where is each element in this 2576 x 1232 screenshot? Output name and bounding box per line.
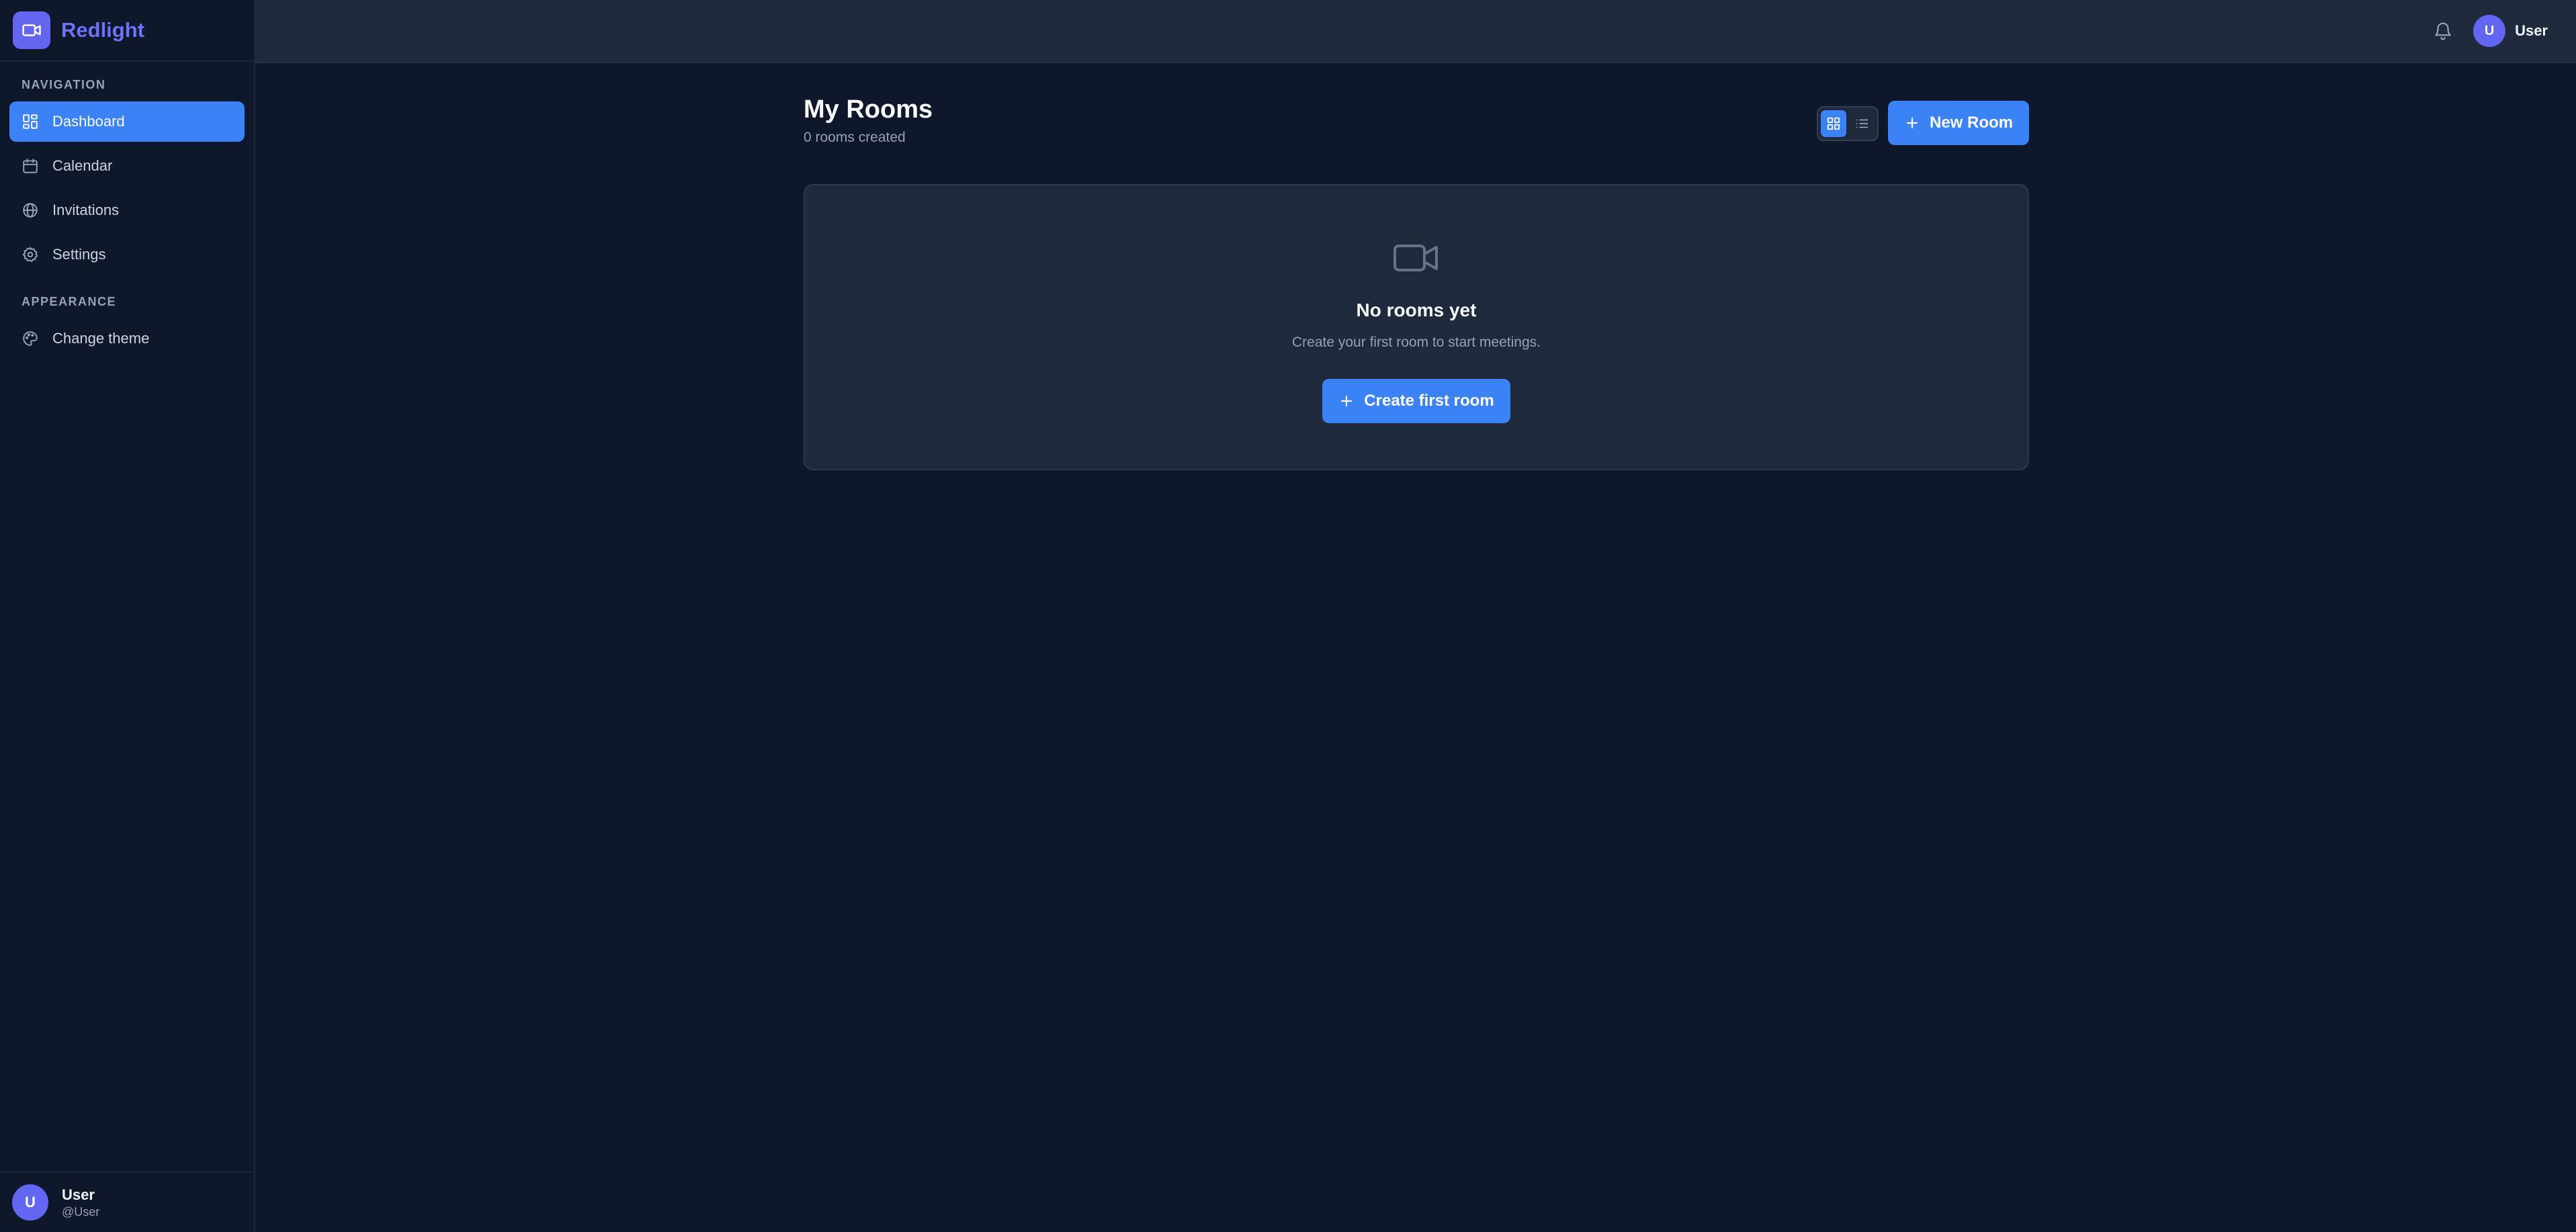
bell-icon[interactable] xyxy=(2431,19,2455,43)
gear-icon xyxy=(22,246,39,263)
plus-icon xyxy=(1904,115,1920,131)
sidebar-item-dashboard[interactable]: Dashboard xyxy=(9,101,245,142)
avatar: U xyxy=(2473,15,2506,47)
empty-state-title: No rooms yet xyxy=(1356,300,1477,320)
new-room-label: New Room xyxy=(1929,114,2013,132)
sidebar-item-label: Invitations xyxy=(52,202,120,218)
avatar: U xyxy=(12,1184,48,1221)
brand-name: Redlight xyxy=(61,18,144,42)
empty-state-subtitle: Create your first room to start meetings… xyxy=(1292,335,1541,350)
calendar-icon xyxy=(22,157,39,175)
user-name: User xyxy=(62,1186,95,1203)
sidebar-item-change-theme[interactable]: Change theme xyxy=(9,318,245,359)
sidebar-user-profile[interactable]: U User @User xyxy=(0,1172,254,1232)
topbar-user-menu[interactable]: U User xyxy=(2473,13,2548,48)
app-root: Redlight NAVIGATION Dashboard Calendar I… xyxy=(0,0,2576,1232)
sidebar-nav: Dashboard Calendar Invitations Settings xyxy=(0,101,254,275)
grid-icon xyxy=(1826,116,1841,131)
appearance-section-label: APPEARANCE xyxy=(22,295,117,308)
sidebar-item-label: Dashboard xyxy=(52,113,125,130)
video-camera-logo-icon xyxy=(13,11,50,49)
empty-state-card: No rooms yet Create your first room to s… xyxy=(804,184,2029,470)
brand[interactable]: Redlight xyxy=(0,0,254,62)
palette-icon xyxy=(22,330,39,347)
navigation-section-label: NAVIGATION xyxy=(22,78,106,91)
sidebar-item-label: Calendar xyxy=(52,157,113,174)
appearance-nav: Change theme xyxy=(0,318,254,359)
dashboard-icon xyxy=(22,113,39,130)
sidebar: Redlight NAVIGATION Dashboard Calendar I… xyxy=(0,0,255,1232)
page-header: My Rooms 0 rooms created New Room xyxy=(804,95,2029,149)
list-view-button[interactable] xyxy=(1849,110,1875,137)
user-handle: @User xyxy=(62,1204,100,1219)
user-meta: User @User xyxy=(62,1186,99,1219)
grid-view-button[interactable] xyxy=(1821,110,1846,137)
list-icon xyxy=(1854,116,1869,131)
topbar: U User xyxy=(255,0,2576,63)
topbar-user-name: User xyxy=(2515,22,2548,39)
plus-icon xyxy=(1338,393,1355,409)
video-camera-icon xyxy=(1392,239,1441,277)
sidebar-item-label: Change theme xyxy=(52,330,150,347)
globe-icon xyxy=(22,202,39,219)
sidebar-item-invitations[interactable]: Invitations xyxy=(9,190,245,230)
create-first-room-label: Create first room xyxy=(1364,392,1494,410)
sidebar-item-settings[interactable]: Settings xyxy=(9,234,245,275)
sidebar-item-calendar[interactable]: Calendar xyxy=(9,146,245,186)
create-first-room-button[interactable]: Create first room xyxy=(1322,379,1510,423)
sidebar-item-label: Settings xyxy=(52,246,106,263)
new-room-button[interactable]: New Room xyxy=(1888,101,2029,145)
view-toggle xyxy=(1817,106,1879,141)
